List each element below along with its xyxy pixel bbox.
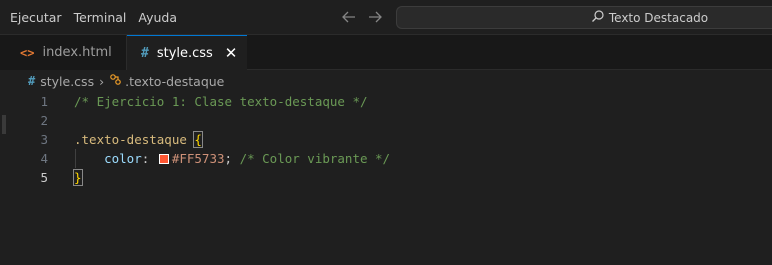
color-swatch[interactable] [158, 154, 169, 164]
code-content: .texto-destaque { [74, 130, 203, 149]
open-brace-token: { [193, 131, 203, 148]
command-center-search[interactable]: Texto Destacado [396, 6, 772, 29]
line-number: 4 [40, 151, 48, 166]
line-number: 3 [40, 132, 48, 147]
code-line-4: 4 color: #FF5733; /* Color vibrante */ [0, 149, 772, 168]
property-token: color [104, 151, 142, 166]
title-bar: Ejecutar Terminal Ayuda Texto Destacado [0, 0, 772, 35]
code-line-2: 2 [0, 111, 772, 130]
back-arrow-icon[interactable] [340, 8, 358, 26]
tab-style-css[interactable]: # style.css ✕ [127, 35, 247, 70]
breadcrumb: # style.css › .texto-destaque [0, 70, 772, 92]
tab-label: style.css [156, 45, 213, 61]
comment-token: /* Color vibrante */ [239, 151, 391, 166]
selector-token: .texto-destaque [74, 132, 187, 147]
search-text: Texto Destacado [608, 10, 709, 25]
code-line-5: 5 } [0, 168, 772, 187]
forward-arrow-icon[interactable] [366, 8, 384, 26]
html-file-icon: <> [20, 45, 35, 60]
menu-item-ayuda[interactable]: Ayuda [132, 0, 183, 35]
semicolon-token: ; [224, 151, 233, 166]
search-icon [591, 8, 605, 27]
menu-item-terminal[interactable]: Terminal [68, 0, 133, 35]
code-line-3: 3 .texto-destaque { [0, 130, 772, 149]
close-brace-token: } [73, 169, 83, 186]
code-content: /* Ejercicio 1: Clase texto-destaque */ [74, 92, 368, 111]
code-content: } [73, 168, 83, 187]
search-content: Texto Destacado [591, 8, 708, 27]
close-icon[interactable]: ✕ [223, 45, 239, 61]
css-file-icon: # [28, 74, 36, 88]
line-number: 2 [40, 113, 48, 128]
css-file-icon: # [141, 45, 149, 61]
tab-index-html[interactable]: <> index.html [0, 35, 127, 70]
menu-bar: Ejecutar Terminal Ayuda [4, 0, 183, 35]
comment-token: /* Ejercicio 1: Clase texto-destaque */ [74, 94, 368, 109]
line-number: 5 [40, 170, 48, 185]
editor-tab-bar: <> index.html # style.css ✕ [0, 35, 772, 70]
code-editor[interactable]: 1 /* Ejercicio 1: Clase texto-destaque *… [0, 92, 772, 265]
line-number: 1 [40, 94, 48, 109]
breadcrumb-file[interactable]: style.css [40, 74, 94, 89]
symbol-class-icon [109, 73, 122, 89]
value-token: #FF5733 [171, 151, 225, 166]
code-line-1: 1 /* Ejercicio 1: Clase texto-destaque *… [0, 92, 772, 111]
code-content: color: #FF5733; /* Color vibrante */ [74, 149, 390, 168]
chevron-right-icon: › [99, 73, 105, 89]
tab-label: index.html [42, 45, 112, 60]
breadcrumb-symbol[interactable]: .texto-destaque [125, 74, 224, 89]
menu-item-ejecutar[interactable]: Ejecutar [4, 0, 68, 35]
colon-token: : [141, 151, 150, 166]
